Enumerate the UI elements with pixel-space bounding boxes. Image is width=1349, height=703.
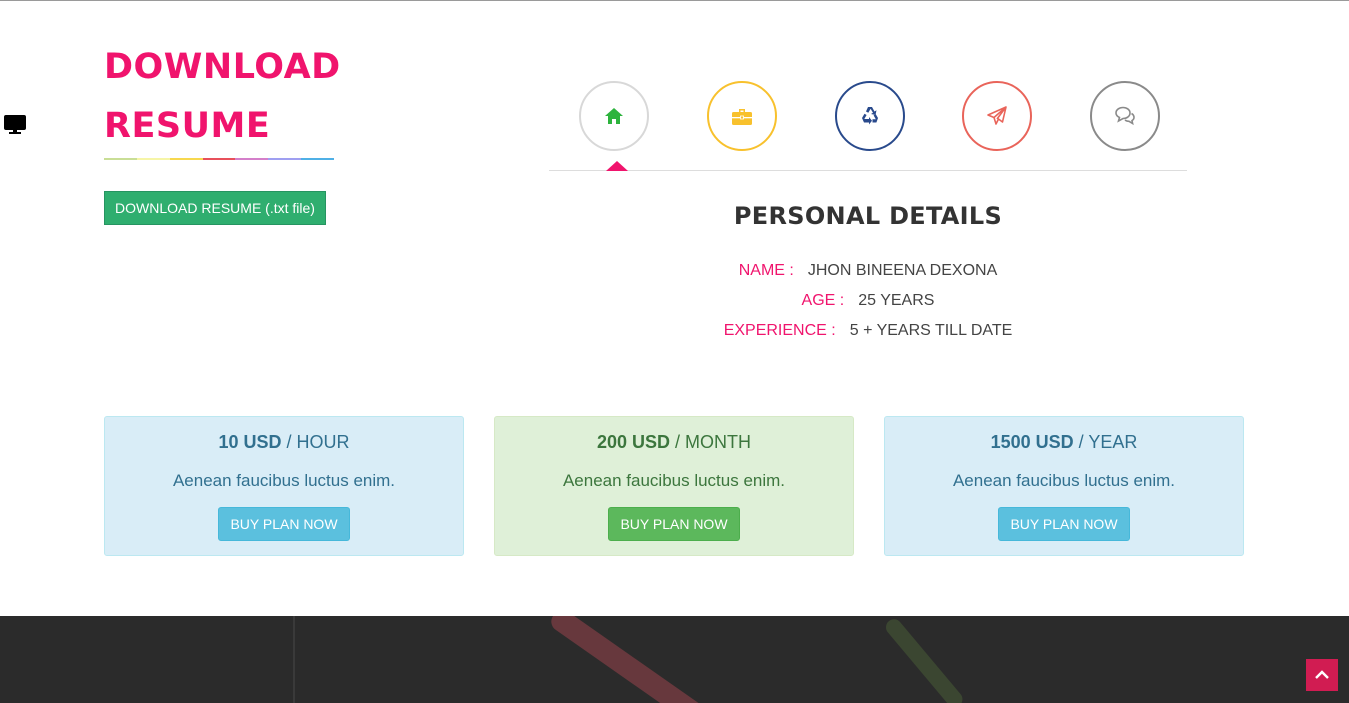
rainbow-divider <box>104 158 335 160</box>
plan-price: 200 USD / MONTH <box>495 431 853 453</box>
recycle-icon <box>862 107 878 125</box>
rainbow-segment <box>301 158 335 160</box>
download-resume-button[interactable]: DOWNLOAD RESUME (.txt file) <box>104 191 326 225</box>
plan-description: Aenean faucibus luctus enim. <box>172 471 396 490</box>
footer-background-image <box>0 616 1349 703</box>
plan-yearly: 1500 USD / YEAR Aenean faucibus luctus e… <box>884 416 1244 556</box>
name-row: NAME : JHON BINEENA DEXONA <box>549 261 1187 281</box>
rainbow-segment <box>268 158 302 160</box>
tab-briefcase[interactable] <box>707 81 777 151</box>
plan-description: Aenean faucibus luctus enim. <box>952 471 1176 490</box>
buy-plan-button[interactable]: BUY PLAN NOW <box>998 507 1130 541</box>
tab-send[interactable] <box>962 81 1032 151</box>
experience-label: EXPERIENCE : <box>723 322 836 339</box>
footer-decor-streak <box>547 616 708 703</box>
name-value: JHON BINEENA DEXONA <box>807 262 998 279</box>
buy-plan-button[interactable]: BUY PLAN NOW <box>218 507 350 541</box>
experience-value: 5 + YEARS TILL DATE <box>849 322 1013 339</box>
pricing-plans: 10 USD / HOUR Aenean faucibus luctus eni… <box>104 416 1244 556</box>
resume-title: DOWNLOAD RESUME <box>104 38 341 156</box>
name-label: NAME : <box>738 262 794 279</box>
plan-price: 1500 USD / YEAR <box>885 431 1243 453</box>
active-tab-pointer <box>606 161 628 171</box>
plan-description: Aenean faucibus luctus enim. <box>562 471 786 490</box>
age-label: AGE : <box>801 292 845 309</box>
plan-price: 10 USD / HOUR <box>105 431 463 453</box>
plan-amount: 200 USD <box>596 432 671 452</box>
rainbow-segment <box>104 158 137 160</box>
rainbow-segment <box>136 158 170 160</box>
plan-amount: 1500 USD <box>990 432 1074 452</box>
personal-details-heading: PERSONAL DETAILS <box>733 202 1003 230</box>
tab-recycle[interactable] <box>835 81 905 151</box>
scroll-to-top-button[interactable] <box>1306 659 1338 691</box>
briefcase-icon <box>732 109 752 125</box>
plan-period: / YEAR <box>1073 432 1138 452</box>
footer-decor-line <box>293 616 295 703</box>
plan-period: / HOUR <box>281 432 350 452</box>
buy-plan-button[interactable]: BUY PLAN NOW <box>608 507 740 541</box>
comments-icon <box>1115 106 1135 126</box>
rainbow-segment <box>202 158 236 160</box>
experience-row: EXPERIENCE : 5 + YEARS TILL DATE <box>549 321 1187 341</box>
paper-plane-icon <box>987 106 1007 125</box>
rainbow-segment <box>235 158 269 160</box>
plan-period: / MONTH <box>670 432 752 452</box>
age-row: AGE : 25 YEARS <box>549 291 1187 311</box>
resume-title-line1: DOWNLOAD <box>104 47 341 87</box>
chevron-up-icon <box>1315 670 1329 679</box>
footer-decor-streak <box>882 616 966 703</box>
desktop-icon[interactable] <box>4 115 26 135</box>
plan-monthly: 200 USD / MONTH Aenean faucibus luctus e… <box>494 416 854 556</box>
plan-hourly: 10 USD / HOUR Aenean faucibus luctus eni… <box>104 416 464 556</box>
resume-title-line2: RESUME <box>104 106 271 146</box>
plan-amount: 10 USD <box>218 432 282 452</box>
rainbow-segment <box>169 158 203 160</box>
personal-tabs <box>549 80 1187 171</box>
tab-home[interactable] <box>579 81 649 151</box>
age-value: 25 YEARS <box>858 292 935 309</box>
home-icon <box>605 108 623 124</box>
tab-comments[interactable] <box>1090 81 1160 151</box>
top-rule <box>0 0 1349 1</box>
